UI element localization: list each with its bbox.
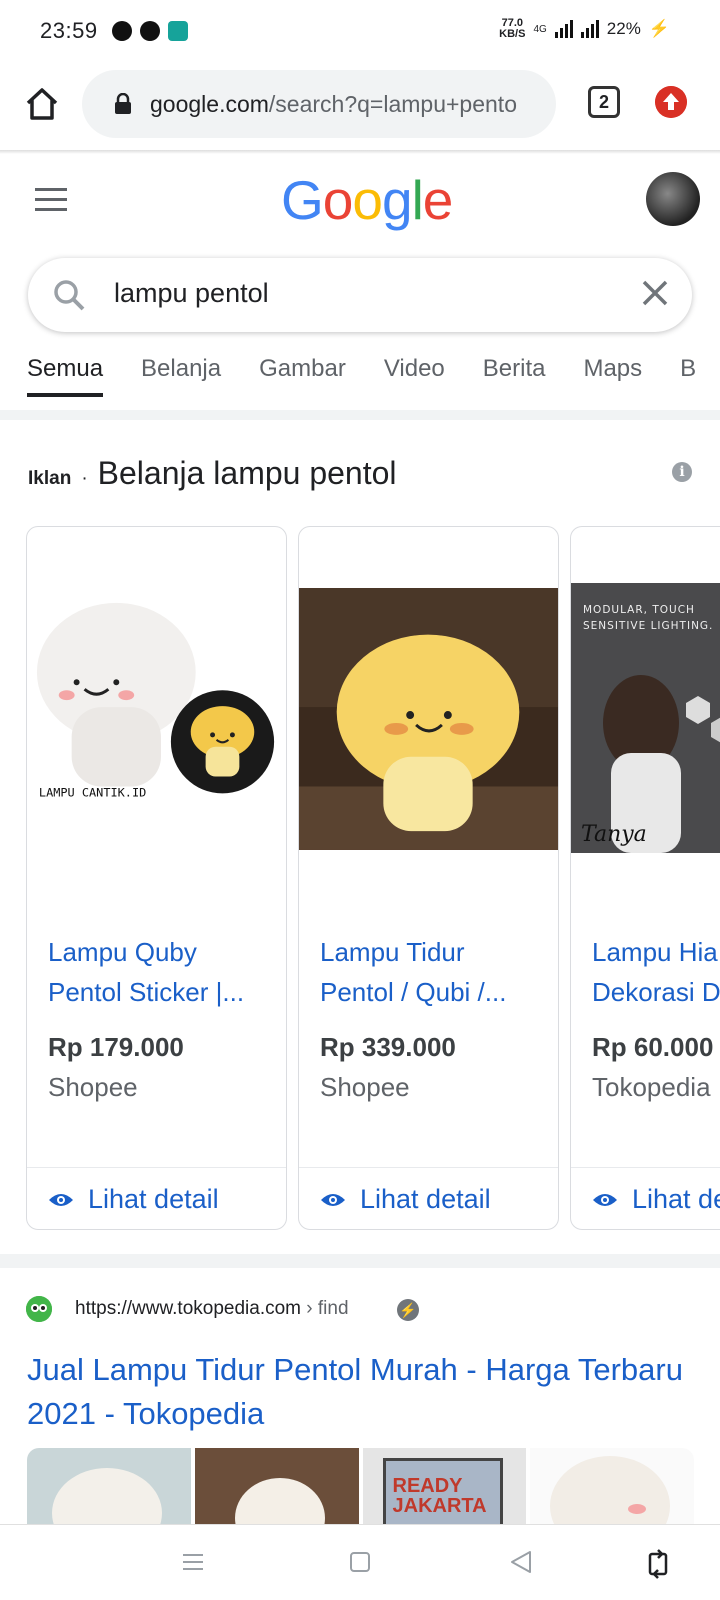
tab-maps[interactable]: Maps <box>583 355 642 393</box>
lock-icon <box>115 93 131 114</box>
result-thumbnails: READY JAKARTA <box>27 1448 694 1524</box>
image-brand: Tanya <box>581 822 647 847</box>
result-url-host: https://www.tokopedia.com <box>75 1298 301 1319</box>
image-caption-line-2: SENSITIVE LIGHTING. <box>583 620 713 632</box>
ad-separator: · <box>81 468 88 489</box>
thumbnail[interactable] <box>530 1448 694 1524</box>
product-name[interactable]: Lampu Hia Dekorasi D <box>592 932 720 1012</box>
battery-level: 22% <box>606 19 641 38</box>
chat-app-icon <box>167 21 188 41</box>
google-logo[interactable]: Google <box>281 168 454 232</box>
view-detail-button[interactable]: Lihat detail <box>27 1167 286 1229</box>
tab-b[interactable]: B <box>680 355 696 393</box>
divider <box>0 1254 720 1268</box>
search-tabs: Semua Belanja Gambar Video Berita Maps B <box>27 355 720 405</box>
view-detail-label: Lihat detail <box>88 1184 219 1214</box>
logo-letter: G <box>281 169 324 231</box>
logo-letter: g <box>381 169 413 231</box>
info-icon[interactable]: i <box>672 462 692 482</box>
home-square-icon[interactable] <box>348 1549 372 1575</box>
logo-letter: l <box>411 169 424 231</box>
tab-gambar[interactable]: Gambar <box>259 355 346 393</box>
system-navigation-bar <box>0 1524 720 1600</box>
product-price: Rp 179.000 <box>48 1032 184 1062</box>
image-watermark: LAMPU CANTIK.ID <box>39 785 146 799</box>
view-detail-button[interactable]: Lihat detail <box>299 1167 558 1229</box>
back-icon[interactable] <box>508 1549 534 1575</box>
view-detail-label: Lihat de <box>632 1184 720 1214</box>
rotate-icon[interactable] <box>645 1549 671 1579</box>
product-store: Shopee <box>48 1072 138 1102</box>
tab-belanja[interactable]: Belanja <box>141 355 221 393</box>
product-image[interactable]: MODULAR, TOUCH SENSITIVE LIGHTING. Tanya <box>571 583 720 853</box>
update-icon[interactable] <box>655 86 687 118</box>
tab-count: 2 <box>598 91 609 112</box>
product-name[interactable]: Lampu Quby Pentol Sticker |... <box>48 932 273 1012</box>
ads-title: Belanja lampu pentol <box>97 455 397 491</box>
ad-label: Iklan <box>28 468 72 489</box>
status-right: 77.0 KB/S 4G 22% ⚡ <box>499 18 670 40</box>
toolbar-shadow <box>0 150 720 154</box>
whatsapp-business-icon <box>139 21 160 41</box>
divider <box>0 410 720 420</box>
search-box[interactable]: lampu pentol <box>28 258 692 332</box>
url-host: google.com <box>150 90 269 117</box>
product-price: Rp 339.000 <box>320 1032 456 1062</box>
ads-header: Iklan · Belanja lampu pentol <box>28 455 397 492</box>
status-bar: 23:59 77.0 KB/S 4G 22% ⚡ <box>0 0 720 62</box>
search-icon[interactable] <box>52 278 86 312</box>
signal-icon <box>554 20 573 38</box>
result-title-link[interactable]: Jual Lampu Tidur Pentol Murah - Harga Te… <box>27 1348 687 1436</box>
whatsapp-icon <box>111 21 132 41</box>
clear-icon[interactable] <box>640 278 670 308</box>
tab-switcher-button[interactable]: 2 <box>588 86 620 118</box>
thumbnail-text: READY JAKARTA <box>392 1475 487 1517</box>
result-url[interactable]: https://www.tokopedia.com › find <box>75 1298 349 1320</box>
tokopedia-favicon-icon <box>26 1296 52 1322</box>
logo-letter: o <box>322 169 354 231</box>
product-name[interactable]: Lampu Tidur Pentol / Qubi /... <box>320 932 545 1012</box>
url-path: /search?q=lampu+pento <box>268 90 517 117</box>
product-card[interactable]: MODULAR, TOUCH SENSITIVE LIGHTING. Tanya… <box>570 526 720 1230</box>
logo-letter: o <box>352 169 383 231</box>
thumbnail[interactable] <box>27 1448 191 1524</box>
menu-icon[interactable] <box>180 1549 206 1575</box>
result-breadcrumb: › find <box>301 1298 349 1319</box>
product-image[interactable] <box>299 587 558 851</box>
hamburger-menu-icon[interactable] <box>35 188 67 212</box>
eye-icon <box>49 1193 73 1206</box>
product-store: Tokopedia <box>592 1072 711 1102</box>
product-store: Shopee <box>320 1072 410 1102</box>
thumbnail[interactable] <box>194 1448 359 1524</box>
product-price: Rp 60.000 <box>592 1032 714 1062</box>
tab-berita[interactable]: Berita <box>483 355 546 393</box>
product-image[interactable]: LAMPU CANTIK.ID <box>27 587 286 847</box>
image-caption-line-1: MODULAR, TOUCH <box>583 604 695 616</box>
net-speed: 77.0 KB/S <box>499 18 525 40</box>
amp-lightning-icon: ⚡ <box>397 1299 419 1321</box>
tab-video[interactable]: Video <box>384 355 445 393</box>
network-type: 4G <box>533 23 547 35</box>
charging-icon: ⚡ <box>648 19 670 38</box>
eye-icon <box>321 1193 345 1206</box>
thumbnail[interactable]: READY JAKARTA <box>362 1448 527 1524</box>
search-input[interactable]: lampu pentol <box>114 278 269 309</box>
address-bar[interactable]: google.com/search?q=lampu+pento <box>82 70 556 138</box>
status-time: 23:59 <box>40 18 98 43</box>
avatar[interactable] <box>646 172 700 226</box>
product-card[interactable]: Lampu Tidur Pentol / Qubi /... Rp 339.00… <box>298 526 559 1230</box>
view-detail-button[interactable]: Lihat de <box>571 1167 720 1229</box>
eye-icon <box>593 1193 617 1206</box>
view-detail-label: Lihat detail <box>360 1184 491 1214</box>
signal-2-icon <box>580 20 599 38</box>
tab-semua[interactable]: Semua <box>27 355 104 397</box>
browser-toolbar: google.com/search?q=lampu+pento 2 <box>0 62 720 150</box>
home-icon[interactable] <box>22 84 62 124</box>
product-card[interactable]: LAMPU CANTIK.ID Lampu Quby Pentol Sticke… <box>26 526 287 1230</box>
logo-letter: e <box>422 169 454 231</box>
net-speed-unit: KB/S <box>499 28 526 40</box>
